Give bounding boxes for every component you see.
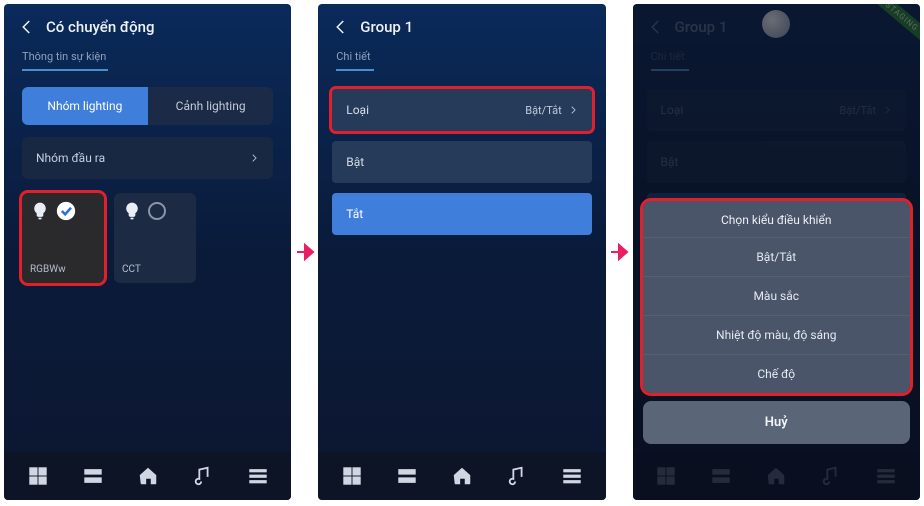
section-underline bbox=[336, 69, 374, 71]
section-label: Thông tin sự kiện bbox=[4, 46, 291, 69]
chevron-right-icon bbox=[882, 105, 892, 115]
back-icon[interactable] bbox=[332, 18, 350, 36]
bulb-icon bbox=[122, 201, 142, 221]
row-on: Bật bbox=[647, 141, 906, 183]
nav-menu-icon[interactable] bbox=[247, 465, 269, 487]
header: Group 1 bbox=[318, 4, 605, 46]
action-sheet-option-color[interactable]: Màu sắc bbox=[643, 276, 910, 315]
nav-home-icon[interactable] bbox=[451, 465, 473, 487]
bulb-icon bbox=[30, 201, 50, 221]
row-on-label: Bật bbox=[346, 155, 364, 169]
device-card-rgbww[interactable]: RGBWw bbox=[22, 193, 104, 283]
action-sheet-option-mode[interactable]: Chế độ bbox=[643, 354, 910, 393]
flow-arrow bbox=[291, 4, 318, 500]
device-card-cct[interactable]: CCT bbox=[114, 193, 196, 283]
header: Có chuyển động bbox=[4, 4, 291, 46]
section-underline bbox=[651, 69, 689, 71]
nav-music-icon[interactable] bbox=[506, 465, 528, 487]
device-card-label: RGBWw bbox=[30, 264, 96, 275]
section-underline bbox=[22, 69, 108, 71]
page-title: Group 1 bbox=[360, 18, 413, 36]
row-on[interactable]: Bật bbox=[332, 141, 591, 183]
back-icon[interactable] bbox=[18, 18, 36, 36]
nav-rows-icon[interactable] bbox=[82, 465, 104, 487]
action-sheet: Chọn kiểu điều khiển Bật/Tắt Màu sắc Nhi… bbox=[643, 201, 910, 444]
row-type-value: Bật/Tắt bbox=[839, 104, 876, 117]
row-type-label: Loại bbox=[346, 103, 369, 117]
nav-grid-icon[interactable] bbox=[341, 465, 363, 487]
action-sheet-cancel[interactable]: Huỷ bbox=[643, 401, 910, 444]
nav-home-icon[interactable] bbox=[137, 465, 159, 487]
bottom-nav bbox=[318, 452, 605, 500]
chevron-right-icon bbox=[249, 153, 259, 163]
page-title: Có chuyển động bbox=[46, 18, 155, 36]
row-type: Loại Bật/Tắt bbox=[647, 89, 906, 131]
page-title: Group 1 bbox=[675, 18, 728, 36]
nav-music-icon[interactable] bbox=[820, 465, 842, 487]
row-off-label: Tắt bbox=[346, 207, 363, 221]
nav-menu-icon[interactable] bbox=[561, 465, 583, 487]
segment-lighting-group[interactable]: Nhóm lighting bbox=[22, 87, 148, 125]
row-off[interactable]: Tắt bbox=[332, 193, 591, 235]
nav-home-icon[interactable] bbox=[765, 465, 787, 487]
screen-group-detail: Group 1 Chi tiết Loại Bật/Tắt Bật Tắt bbox=[318, 4, 605, 500]
flow-arrow bbox=[606, 4, 633, 500]
action-sheet-panel: Chọn kiểu điều khiển Bật/Tắt Màu sắc Nhi… bbox=[643, 201, 910, 393]
output-group-row[interactable]: Nhóm đầu ra bbox=[22, 137, 273, 179]
output-group-label: Nhóm đầu ra bbox=[36, 151, 105, 165]
screen-control-picker: STAGING Group 1 Chi tiết Loại Bật/Tắt Bậ… bbox=[633, 4, 920, 500]
section-label: Chi tiết bbox=[633, 46, 920, 69]
segment-lighting-scene[interactable]: Cảnh lighting bbox=[148, 87, 274, 125]
device-card-label: CCT bbox=[122, 264, 188, 275]
bottom-nav bbox=[633, 452, 920, 500]
nav-grid-icon[interactable] bbox=[27, 465, 49, 487]
row-type-value: Bật/Tắt bbox=[525, 104, 562, 117]
bottom-nav bbox=[4, 452, 291, 500]
nav-menu-icon[interactable] bbox=[875, 465, 897, 487]
nav-rows-icon[interactable] bbox=[396, 465, 418, 487]
segment-control: Nhóm lighting Cảnh lighting bbox=[22, 87, 273, 125]
device-cards: RGBWw CCT bbox=[4, 193, 291, 283]
row-type[interactable]: Loại Bật/Tắt bbox=[332, 89, 591, 131]
action-sheet-option-cct-brightness[interactable]: Nhiệt độ màu, độ sáng bbox=[643, 315, 910, 354]
arrow-right-icon bbox=[607, 240, 631, 264]
action-sheet-option-onoff[interactable]: Bật/Tắt bbox=[643, 237, 910, 276]
arrow-right-icon bbox=[293, 240, 317, 264]
nav-grid-icon[interactable] bbox=[655, 465, 677, 487]
check-icon bbox=[56, 201, 76, 221]
section-label: Chi tiết bbox=[318, 46, 605, 69]
unselected-ring-icon bbox=[148, 202, 166, 220]
row-type-label: Loại bbox=[661, 103, 684, 117]
action-sheet-title: Chọn kiểu điều khiển bbox=[643, 201, 910, 237]
nav-rows-icon[interactable] bbox=[710, 465, 732, 487]
back-icon[interactable] bbox=[647, 18, 665, 36]
chevron-right-icon bbox=[568, 105, 578, 115]
nav-music-icon[interactable] bbox=[192, 465, 214, 487]
header: Group 1 bbox=[633, 4, 920, 46]
screen-motion: Có chuyển động Thông tin sự kiện Nhóm li… bbox=[4, 4, 291, 500]
